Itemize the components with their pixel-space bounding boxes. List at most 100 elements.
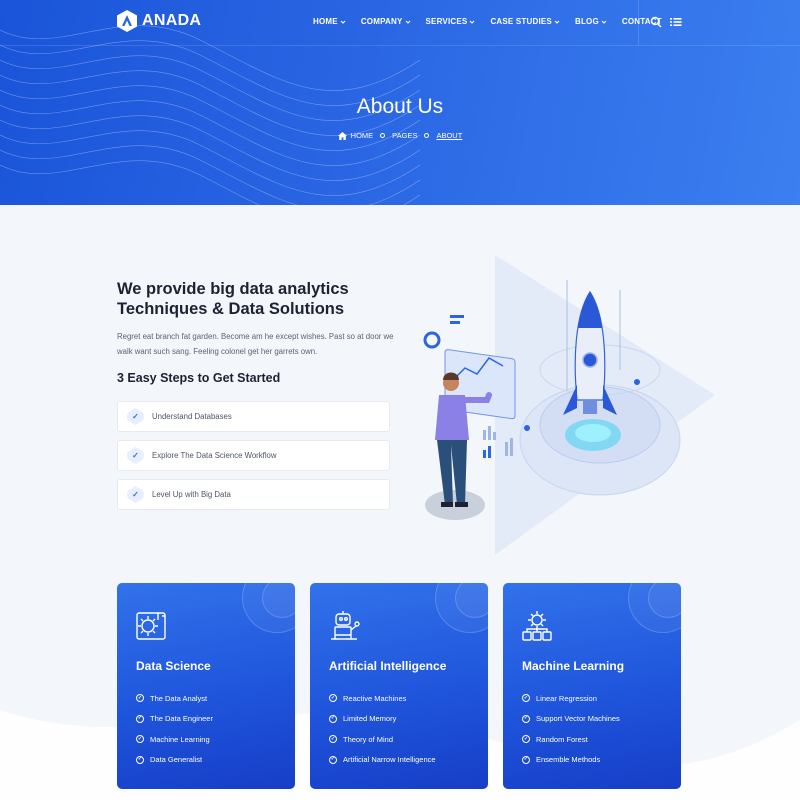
data-science-gear-icon — [136, 612, 166, 640]
chevron-down-icon — [340, 20, 346, 24]
about-paragraph: Regret eat branch fat garden. Become am … — [117, 330, 397, 359]
check-circle-icon: ✓ — [329, 735, 337, 744]
step-label: Level Up with Big Data — [152, 490, 231, 499]
card-title: Machine Learning — [522, 659, 625, 673]
list-item-label: Limited Memory — [343, 714, 397, 724]
top-navigation: ANADA HOME COMPANY SERVICES CASE STUDIES… — [0, 0, 800, 45]
list-item-label: Linear Regression — [536, 693, 597, 703]
page-hero: ANADA HOME COMPANY SERVICES CASE STUDIES… — [0, 0, 800, 205]
breadcrumb: HOME PAGES ABOUT — [0, 131, 800, 140]
list-item: ✓ The Data Analyst — [136, 688, 213, 709]
chevron-down-icon — [601, 20, 607, 24]
list-item-label: Ensemble Methods — [536, 755, 601, 765]
check-circle-icon: ✓ — [136, 694, 144, 703]
nav-item-label: SERVICES — [425, 17, 468, 26]
list-menu-icon[interactable] — [670, 16, 682, 28]
card-list: ✓ Reactive Machines ✓ Limited Memory ✓ Theo… — [329, 688, 436, 770]
breadcrumb-home[interactable]: HOME — [337, 131, 374, 140]
steps-heading: 3 Easy Steps to Get Started — [117, 371, 281, 385]
nav-item-company[interactable]: COMPANY — [361, 17, 411, 26]
check-circle-icon: ✓ — [329, 694, 337, 703]
step-item[interactable]: ✓ Explore The Data Science Workflow — [117, 440, 390, 471]
card-title: Artificial Intelligence — [329, 659, 447, 673]
brand-logo[interactable]: ANADA — [117, 10, 201, 32]
rocket-analytics-illustration — [423, 255, 715, 555]
robot-icon — [331, 611, 360, 640]
about-heading-line: Techniques & Data Solutions — [117, 300, 345, 318]
check-circle-icon: ✓ — [522, 755, 530, 764]
about-heading: We provide big data analytics Techniques… — [117, 279, 417, 319]
step-label: Understand Databases — [152, 412, 232, 421]
check-circle-icon: ✓ — [522, 735, 530, 744]
about-paragraph-line: Regret eat branch fat garden. Become am … — [117, 332, 394, 341]
list-item: ✓ Linear Regression — [522, 688, 620, 709]
chevron-down-icon — [405, 20, 410, 24]
breadcrumb-pages[interactable]: PAGES — [392, 131, 417, 140]
check-circle-icon: ✓ — [136, 755, 144, 764]
list-item: ✓ Ensemble Methods — [522, 750, 620, 771]
brand-name: ANADA — [142, 12, 202, 29]
list-item: ✓ Data Generalist — [136, 750, 213, 771]
chevron-down-icon — [470, 20, 475, 24]
list-item-label: The Data Analyst — [150, 693, 208, 703]
nav-item-label: BLOG — [574, 17, 599, 26]
breadcrumb-separator — [424, 133, 430, 138]
card-list: ✓ The Data Analyst ✓ The Data Engineer ✓ Ma… — [136, 688, 213, 770]
nav-item-blog[interactable]: BLOG — [575, 17, 607, 26]
step-item[interactable]: ✓ Understand Databases — [117, 401, 390, 432]
list-item: ✓ Reactive Machines — [329, 688, 436, 709]
list-item-label: Support Vector Machines — [536, 714, 620, 724]
nav-item-label: CASE STUDIES — [490, 17, 552, 26]
about-paragraph-line: walk want such sang. Feeling colonel get… — [117, 346, 318, 356]
nav-item-label: COMPANY — [360, 17, 403, 26]
check-circle-icon: ✓ — [522, 694, 530, 703]
check-circle-icon: ✓ — [522, 714, 530, 723]
chevron-down-icon — [554, 20, 560, 24]
list-item-label: The Data Engineer — [150, 714, 213, 724]
list-item-label: Theory of Mind — [343, 734, 394, 744]
list-item: ✓ The Data Engineer — [136, 709, 213, 730]
breadcrumb-label: HOME — [350, 131, 374, 140]
about-heading-line: We provide big data analytics — [117, 280, 349, 298]
nav-item-label: HOME — [313, 17, 338, 26]
list-item-label: Reactive Machines — [343, 693, 407, 703]
list-item: ✓ Support Vector Machines — [522, 709, 620, 730]
card-title: Data Science — [136, 659, 211, 673]
check-circle-icon: ✓ — [329, 755, 337, 764]
main-menu: HOME COMPANY SERVICES CASE STUDIES BLOG … — [313, 17, 662, 26]
machine-learning-gear-icon — [522, 611, 552, 641]
check-icon: ✓ — [127, 486, 144, 503]
nav-bottom-border — [0, 45, 800, 46]
check-circle-icon: ✓ — [329, 714, 337, 723]
list-item-label: Artificial Narrow Intelligence — [343, 755, 436, 765]
breadcrumb-separator — [380, 133, 386, 138]
list-item-label: Machine Learning — [150, 734, 210, 744]
list-item: ✓ Artificial Narrow Intelligence — [329, 750, 436, 771]
home-icon — [337, 131, 347, 140]
page-title: About Us — [356, 95, 444, 118]
search-icon[interactable] — [650, 16, 662, 28]
check-icon: ✓ — [127, 408, 144, 425]
list-item: ✓ Limited Memory — [329, 709, 436, 730]
step-item[interactable]: ✓ Level Up with Big Data — [117, 479, 390, 510]
list-item: ✓ Machine Learning — [136, 729, 213, 750]
logo-icon — [117, 10, 137, 32]
breadcrumb-label: ABOUT — [436, 131, 463, 140]
service-card-artificial-intelligence[interactable]: Artificial Intelligence ✓ Reactive Machin… — [310, 583, 488, 789]
check-icon: ✓ — [127, 447, 144, 464]
list-item: ✓ Random Forest — [522, 729, 620, 750]
check-circle-icon: ✓ — [136, 714, 144, 723]
service-card-data-science[interactable]: Data Science ✓ The Data Analyst ✓ The Data… — [117, 583, 295, 789]
service-card-machine-learning[interactable]: Machine Learning ✓ Linear Regression ✓ Sup… — [503, 583, 681, 789]
step-label: Explore The Data Science Workflow — [152, 451, 277, 460]
breadcrumb-about: ABOUT — [436, 131, 462, 140]
check-circle-icon: ✓ — [136, 735, 144, 744]
nav-divider — [638, 0, 639, 45]
nav-item-home[interactable]: HOME — [313, 17, 346, 26]
nav-item-case-studies[interactable]: CASE STUDIES — [490, 17, 560, 26]
list-item-label: Data Generalist — [150, 755, 203, 765]
list-item: ✓ Theory of Mind — [329, 729, 436, 750]
list-item-label: Random Forest — [536, 734, 588, 744]
nav-item-services[interactable]: SERVICES — [426, 17, 476, 26]
breadcrumb-label: PAGES — [392, 131, 418, 140]
